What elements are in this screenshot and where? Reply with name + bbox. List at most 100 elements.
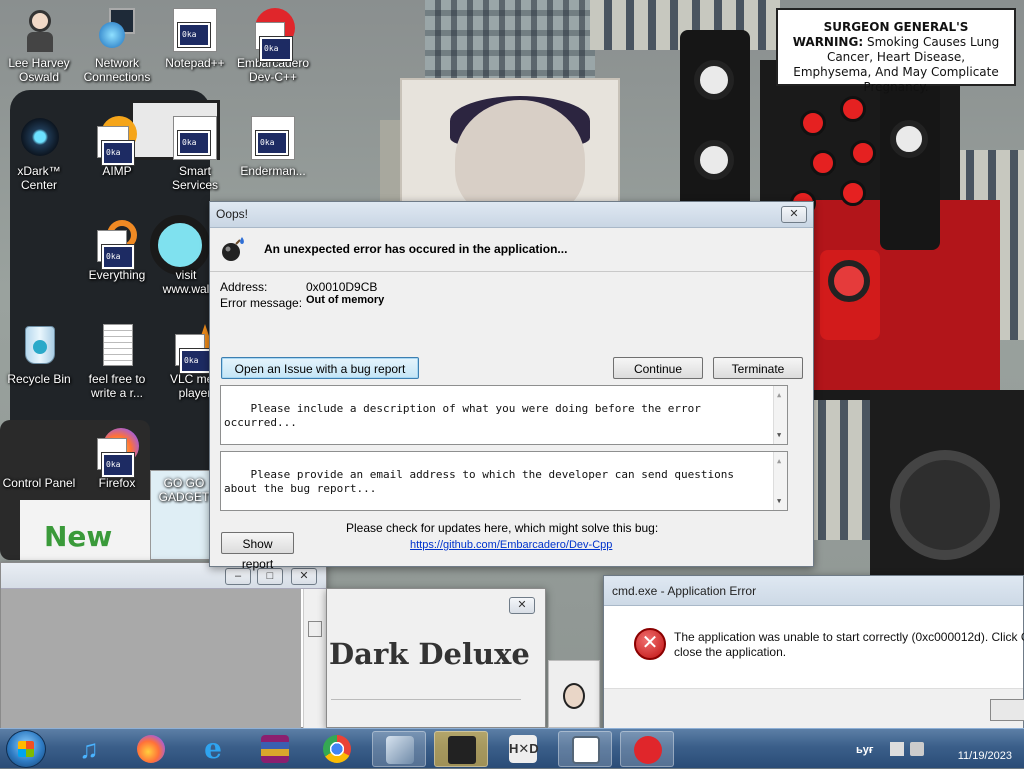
- devcpp-icon: [251, 8, 295, 62]
- dark-deluxe-window[interactable]: ✕ Dark Deluxe: [326, 588, 546, 728]
- control-panel-icon: [17, 428, 61, 472]
- taskbar-music[interactable]: ♫: [62, 731, 116, 767]
- desktop-icon-everything[interactable]: Everything: [78, 220, 156, 282]
- ok-button[interactable]: [990, 699, 1024, 721]
- close-icon[interactable]: ✕: [291, 568, 317, 585]
- desktop-icon-textfile[interactable]: feel free to write a r...: [78, 324, 156, 400]
- window-icon: [572, 736, 600, 764]
- desktop-icon-label: Recycle Bin: [7, 372, 71, 386]
- updates-link[interactable]: https://github.com/Embarcadero/Dev-Cpp: [410, 539, 612, 551]
- error-icon: ✕: [634, 628, 666, 660]
- error-message-value: Out of memory: [306, 294, 385, 306]
- hxd-icon: H✕D: [509, 735, 539, 763]
- close-icon[interactable]: ✕: [781, 206, 807, 223]
- vertical-scrollbar[interactable]: [773, 452, 787, 510]
- taskbar-chrome[interactable]: [310, 731, 364, 767]
- dialog-title-bar[interactable]: cmd.exe - Application Error: [604, 576, 1023, 606]
- taskbar-payment[interactable]: [434, 731, 488, 767]
- taskbar-firefox[interactable]: [124, 731, 178, 767]
- desktop-icon-xdark[interactable]: xDark™ Center: [0, 116, 78, 192]
- desktop-icon-label: Firefox: [98, 476, 136, 490]
- error-message-label: Error message:: [220, 296, 303, 310]
- desktop-icon-label: Enderman...: [240, 164, 306, 178]
- terminate-button[interactable]: Terminate: [713, 357, 803, 379]
- desktop-icon-enderman[interactable]: Enderman...: [234, 116, 312, 178]
- oops-error-dialog[interactable]: Oops! ✕ An unexpected error has occured …: [209, 201, 814, 571]
- everything-icon: [95, 220, 139, 270]
- desktop-icon-visit[interactable]: visit www.wal: [156, 220, 216, 296]
- background-window-left[interactable]: – □ ✕: [0, 562, 327, 729]
- desktop-icon-smart-services[interactable]: Smart Services: [156, 116, 234, 192]
- error-message: The application was unable to start corr…: [674, 630, 1024, 659]
- desktop-icon-label: Everything: [88, 268, 146, 282]
- vertical-scrollbar[interactable]: [303, 589, 327, 729]
- install-icon: [386, 736, 414, 764]
- desktop-icon-label: feel free to write a r...: [88, 372, 146, 400]
- character-icon: [17, 8, 61, 52]
- scrollbar-thumb[interactable]: [308, 621, 322, 637]
- taskbar: ♫ e H✕D ьуғ 11/19/2023: [0, 728, 1024, 768]
- aimp-icon: [95, 116, 139, 166]
- email-textarea[interactable]: Please provide an email address to which…: [220, 451, 788, 511]
- desktop-icon-aimp[interactable]: AIMP: [78, 116, 156, 178]
- volume-muted-icon[interactable]: [910, 742, 924, 756]
- thumbnail-image: [548, 660, 600, 728]
- services-icon: [173, 116, 217, 160]
- desktop-icon-label: Lee Harvey Oswald: [8, 56, 70, 84]
- taskbar-hxd[interactable]: H✕D: [496, 731, 550, 767]
- address-label: Address:: [220, 280, 268, 294]
- desktop-icon-recycle-bin[interactable]: Recycle Bin: [0, 324, 78, 386]
- vertical-scrollbar[interactable]: [773, 386, 787, 444]
- gadget-icon: [179, 428, 189, 472]
- taskbar-winrar[interactable]: [248, 731, 302, 767]
- xdark-icon: [17, 116, 61, 160]
- taskbar-window[interactable]: [558, 731, 612, 767]
- window-content: [1, 589, 301, 729]
- desktop-icon-label: Notepad++: [165, 56, 225, 70]
- desktop-icon-devcpp[interactable]: Embarcadero Dev-C++: [234, 8, 312, 84]
- desktop-icon-label: xDark™ Center: [17, 164, 61, 192]
- start-button[interactable]: [6, 730, 46, 768]
- continue-button[interactable]: Continue: [613, 357, 703, 379]
- show-report-button[interactable]: Show report: [221, 532, 294, 571]
- network-tray-icon[interactable]: [890, 742, 904, 756]
- surgeon-general-warning: SURGEON GENERAL'S WARNING: Smoking Cause…: [776, 8, 1016, 94]
- file-icon: [251, 116, 295, 160]
- desktop-icon-label: AIMP: [102, 164, 132, 178]
- payment-icon: [448, 736, 476, 764]
- desktop-icon-label: GO GO GADGET: [158, 476, 210, 504]
- error-headline: An unexpected error has occured in the a…: [264, 242, 568, 256]
- recycle-bin-icon: [17, 324, 61, 368]
- system-tray: ьуғ 11/19/2023: [854, 729, 1024, 769]
- devcpp-icon: [634, 736, 662, 764]
- system-date: 11/19/2023: [957, 750, 1012, 762]
- desktop-icon-label: Smart Services: [171, 164, 218, 192]
- open-bug-report-button[interactable]: Open an Issue with a bug report: [221, 357, 419, 379]
- desktop-icon-label: visit www.wal: [162, 268, 210, 296]
- firefox-icon: [137, 735, 165, 763]
- desktop-icon-network[interactable]: Network Connections: [78, 8, 156, 84]
- taskbar-devcpp[interactable]: [620, 731, 674, 767]
- notepad-icon: [173, 8, 217, 52]
- desktop-icon-gadget[interactable]: GO GO GADGET: [156, 428, 212, 504]
- desktop-icon-control-panel[interactable]: Control Panel: [0, 428, 78, 490]
- desktop-icon-label: Control Panel: [2, 476, 76, 490]
- network-icon: [95, 8, 139, 52]
- desktop-icon-oswald[interactable]: Lee Harvey Oswald: [0, 8, 78, 84]
- desktop-icon-label: Network Connections: [83, 56, 151, 84]
- desktop-icon-notepadpp[interactable]: Notepad++: [156, 8, 234, 70]
- taskbar-installer[interactable]: [372, 731, 426, 767]
- input-language-indicator[interactable]: ьуғ: [856, 744, 873, 756]
- music-icon: ♫: [79, 734, 99, 764]
- desktop-icon-firefox[interactable]: Firefox: [78, 428, 156, 490]
- description-textarea[interactable]: Please include a description of what you…: [220, 385, 788, 445]
- dialog-title-bar[interactable]: Oops! ✕: [210, 202, 813, 228]
- ie-icon: e: [204, 732, 222, 765]
- taskbar-ie[interactable]: e: [186, 731, 240, 767]
- system-clock[interactable]: 11/19/2023: [958, 737, 1012, 763]
- dialog-title: cmd.exe - Application Error: [612, 584, 757, 598]
- firefox-icon: [95, 428, 139, 478]
- close-icon[interactable]: ✕: [509, 597, 535, 614]
- dark-deluxe-title: Dark Deluxe: [329, 637, 530, 671]
- cmd-application-error-dialog[interactable]: cmd.exe - Application Error ✕ The applic…: [603, 575, 1024, 736]
